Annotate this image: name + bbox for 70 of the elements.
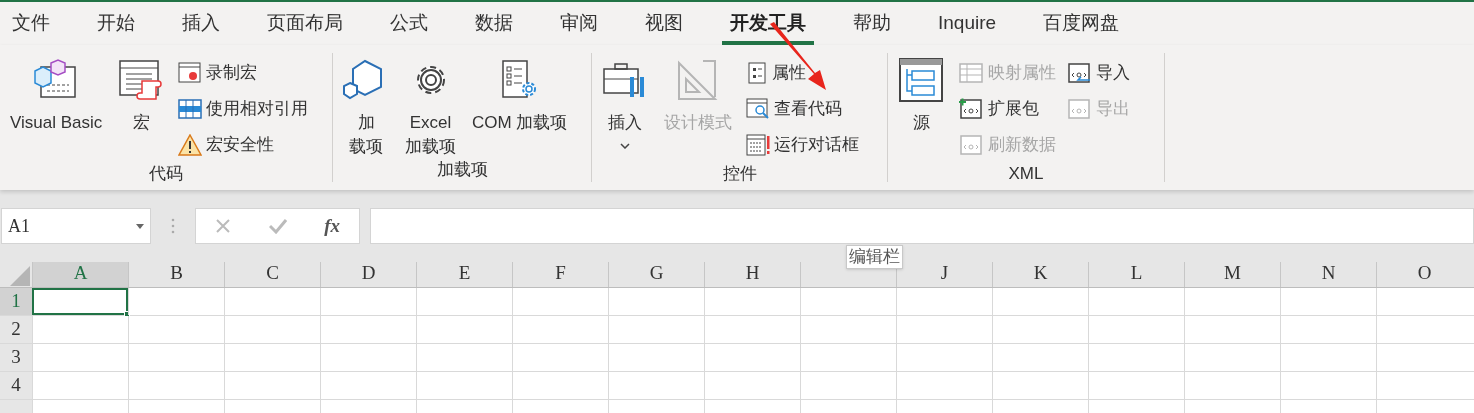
- ribbon-tab[interactable]: 文件: [4, 2, 58, 45]
- column-header[interactable]: N: [1280, 262, 1376, 287]
- ribbon-button[interactable]: 源: [894, 53, 948, 163]
- ribbon-button[interactable]: 运行对话框: [746, 127, 859, 163]
- cell-reference: A1: [8, 214, 30, 238]
- table-map-icon: [958, 62, 984, 84]
- ribbon-button[interactable]: 扩展包: [958, 91, 1056, 127]
- ribbon-tab[interactable]: Inquire: [930, 2, 1005, 45]
- drag-handle-icon[interactable]: [171, 218, 175, 234]
- ribbon-button[interactable]: 插入: [598, 53, 652, 163]
- column-header[interactable]: G: [608, 262, 704, 287]
- group-label: 代码: [149, 163, 183, 185]
- ribbon-button[interactable]: 属性: [746, 55, 859, 91]
- column-header[interactable]: O: [1376, 262, 1472, 287]
- check-icon[interactable]: [268, 218, 287, 234]
- warning-icon: [178, 134, 203, 156]
- tooltip: 编辑栏: [846, 245, 903, 269]
- column-header[interactable]: B: [128, 262, 224, 287]
- package-icon: [958, 97, 984, 121]
- ribbon-tab[interactable]: 页面布局: [259, 2, 351, 45]
- column-header[interactable]: M: [1184, 262, 1280, 287]
- dropdown-icon: [136, 223, 144, 229]
- group-label: XML: [1008, 163, 1044, 185]
- row-header[interactable]: 2: [0, 316, 32, 343]
- formula-input[interactable]: [370, 208, 1474, 244]
- ribbon-tab[interactable]: 数据: [467, 2, 521, 45]
- ribbon-button[interactable]: 宏: [114, 53, 169, 163]
- row-header[interactable]: 1: [0, 288, 32, 315]
- ribbon-button[interactable]: 导入: [1066, 55, 1130, 91]
- active-cell[interactable]: [32, 288, 128, 315]
- row-header[interactable]: 3: [0, 344, 32, 371]
- column-header[interactable]: K: [992, 262, 1088, 287]
- ribbon-button[interactable]: 加 载项: [339, 53, 393, 159]
- grid-icon: [178, 99, 203, 119]
- ribbon-button[interactable]: COM 加载项: [468, 53, 572, 159]
- ribbon-tab[interactable]: 帮助: [845, 2, 899, 45]
- ribbon-button[interactable]: 宏安全性: [178, 127, 309, 163]
- column-header[interactable]: D: [320, 262, 416, 287]
- ribbon-button[interactable]: 录制宏: [178, 55, 309, 91]
- magnifier-window-icon: [746, 98, 770, 120]
- column-header[interactable]: C: [224, 262, 320, 287]
- ribbon-button[interactable]: Visual Basic: [6, 53, 107, 163]
- properties-icon: [746, 62, 768, 84]
- ribbon-tab[interactable]: 插入: [174, 2, 228, 45]
- column-header[interactable]: A: [32, 262, 128, 287]
- group-label: 控件: [722, 163, 757, 185]
- export-icon: [1066, 97, 1092, 121]
- ribbon-tab[interactable]: 百度网盘: [1035, 2, 1128, 45]
- ribbon-tab[interactable]: 开始: [89, 2, 143, 45]
- insert-function-button[interactable]: fx: [324, 211, 341, 241]
- group-label: 加载项: [436, 159, 488, 181]
- ribbon-tab[interactable]: 审阅: [552, 2, 606, 45]
- xml-source-icon: [898, 57, 944, 103]
- cancel-icon[interactable]: [214, 218, 231, 234]
- import-icon: [1066, 61, 1092, 85]
- record-icon: [178, 62, 203, 84]
- column-header[interactable]: H: [704, 262, 800, 287]
- ribbon-tab[interactable]: 公式: [382, 2, 436, 45]
- dialog-icon: [746, 134, 770, 156]
- ribbon-tab[interactable]: 视图: [637, 2, 691, 45]
- row-header[interactable]: 4: [0, 372, 32, 399]
- name-box[interactable]: A1: [1, 208, 151, 244]
- column-header[interactable]: L: [1088, 262, 1184, 287]
- ribbon-button[interactable]: 使用相对引用: [178, 91, 309, 127]
- macro-list-icon: [118, 59, 165, 101]
- column-header[interactable]: E: [416, 262, 512, 287]
- column-header[interactable]: F: [512, 262, 608, 287]
- ribbon-button[interactable]: 查看代码: [746, 91, 859, 127]
- refresh-data-icon: [958, 133, 984, 157]
- ribbon-button[interactable]: Excel 加载项: [401, 53, 460, 159]
